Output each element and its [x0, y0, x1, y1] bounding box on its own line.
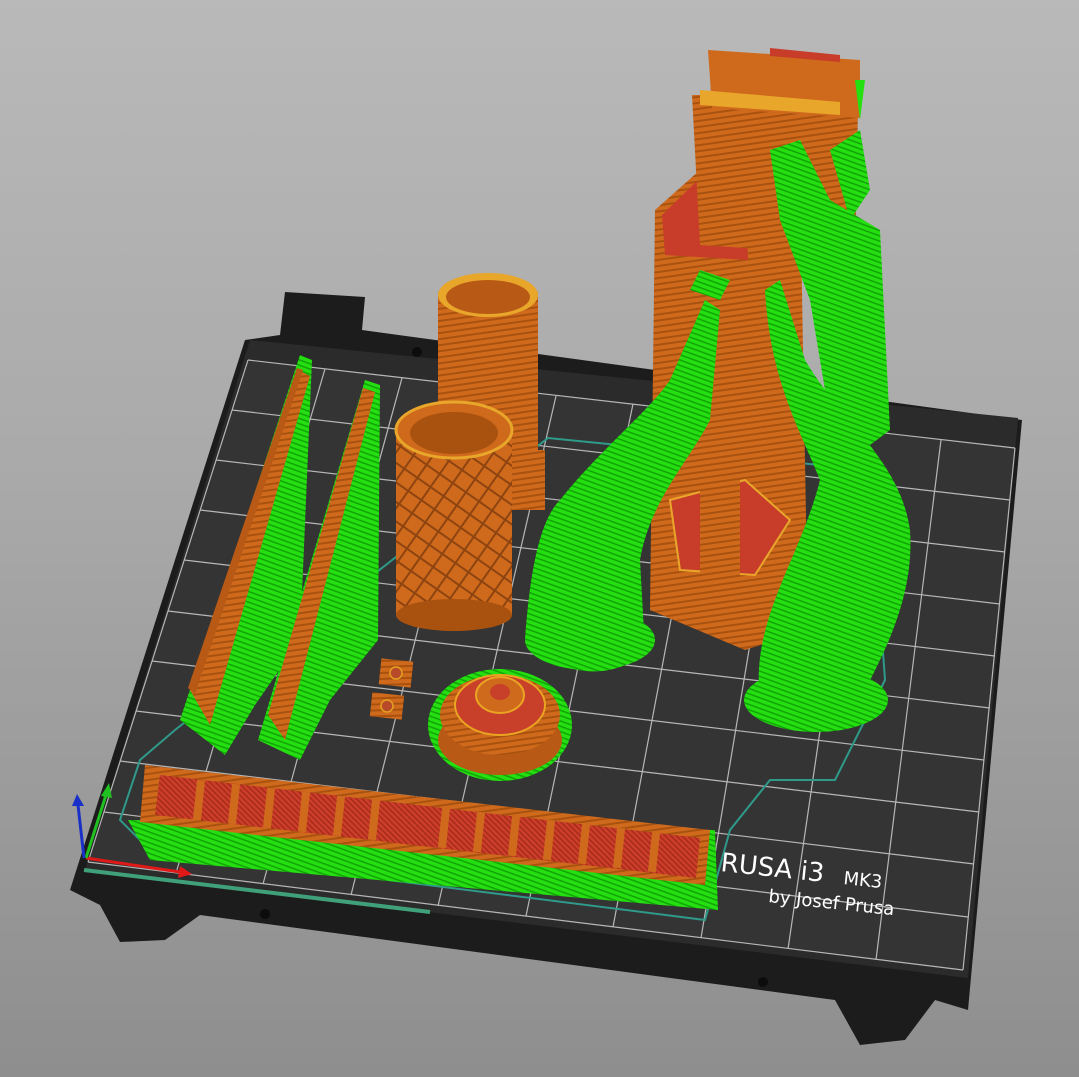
object-small-square-1[interactable]	[378, 658, 414, 688]
bed-hole	[260, 909, 270, 919]
gcode-preview-viewport[interactable]: RUSA i3 MK3 by Josef Prusa	[0, 0, 1079, 1077]
object-round-knob[interactable]	[428, 669, 572, 781]
bed-brand-line1-suffix: MK3	[842, 868, 883, 893]
object-small-square-2[interactable]	[369, 692, 405, 720]
bed-hole	[412, 347, 422, 357]
bed-hole	[758, 977, 768, 987]
object-cylinder-knurled[interactable]	[394, 400, 514, 631]
